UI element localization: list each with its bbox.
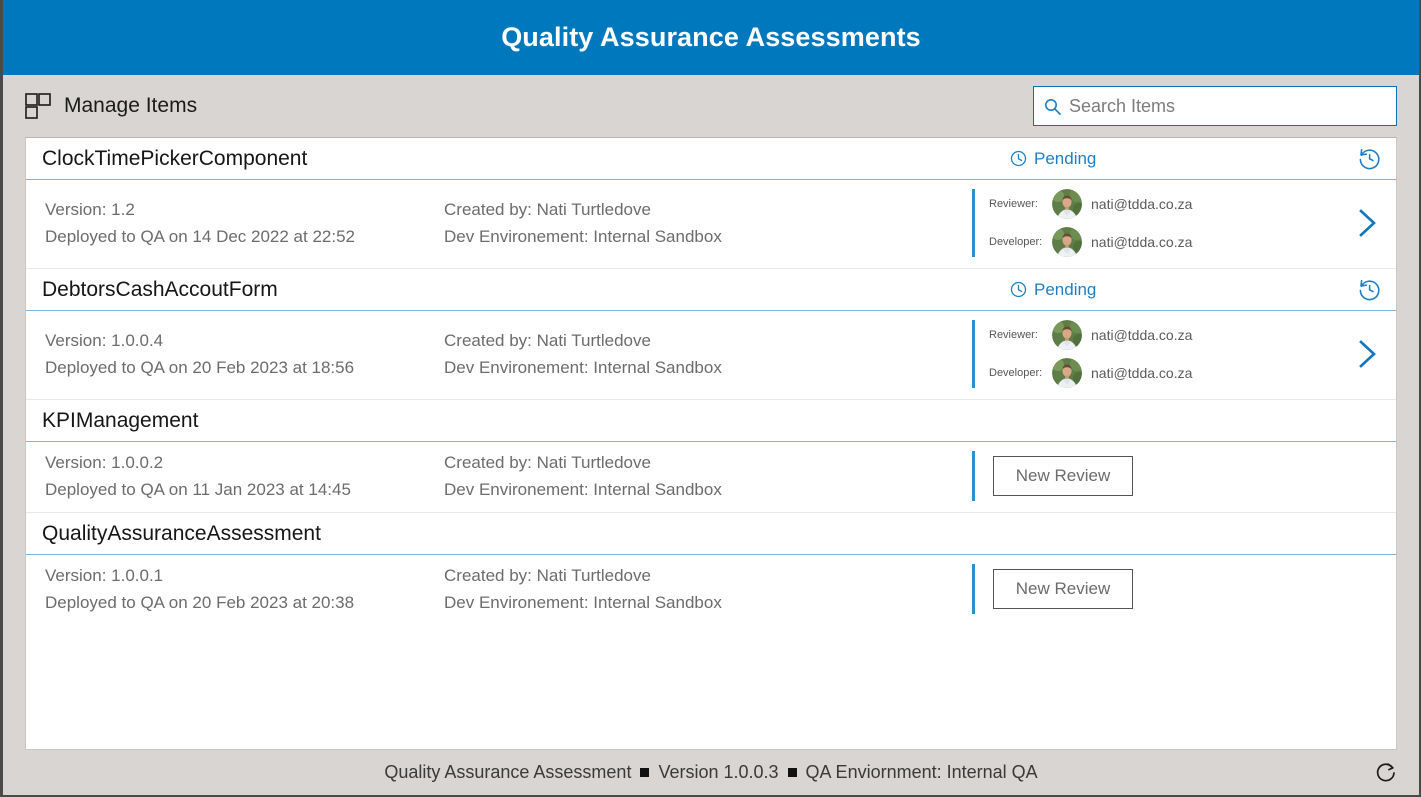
item-action-column: New Review xyxy=(972,451,1396,501)
item-dev-environment: Dev Environement: Internal Sandbox xyxy=(444,358,972,378)
item-dev-environment: Dev Environement: Internal Sandbox xyxy=(444,593,972,613)
list-item-body: Version: 1.0.0.1 Deployed to QA on 20 Fe… xyxy=(26,555,1396,625)
list-item-body: Version: 1.2 Deployed to QA on 14 Dec 20… xyxy=(26,180,1396,268)
avatar xyxy=(1052,189,1082,219)
item-version: Version: 1.0.0.2 xyxy=(45,453,444,473)
manage-items-button[interactable]: Manage Items xyxy=(25,93,197,119)
command-bar: Manage Items xyxy=(3,75,1419,137)
item-version: Version: 1.2 xyxy=(45,200,444,220)
item-created-by: Created by: Nati Turtledove xyxy=(444,331,972,351)
footer-separator-square xyxy=(788,768,797,777)
history-icon xyxy=(1357,146,1382,171)
items-list: ClockTimePickerComponent Pending xyxy=(26,138,1396,625)
refresh-icon xyxy=(1374,760,1399,785)
history-icon xyxy=(1357,277,1382,302)
item-meta-column-right: Created by: Nati Turtledove Dev Environe… xyxy=(444,564,972,614)
item-dev-environment: Dev Environement: Internal Sandbox xyxy=(444,227,972,247)
footer-separator-square xyxy=(640,768,649,777)
item-dev-environment: Dev Environement: Internal Sandbox xyxy=(444,480,972,500)
person-email: nati@tdda.co.za xyxy=(1091,327,1192,343)
person-row: Developer: nati@tdda.co.za xyxy=(989,227,1192,257)
list-item-2[interactable]: KPIManagement xyxy=(26,399,1396,512)
status-label: Pending xyxy=(1034,280,1096,300)
new-review-button[interactable]: New Review xyxy=(993,456,1133,496)
item-deployed: Deployed to QA on 20 Feb 2023 at 20:38 xyxy=(45,593,444,613)
history-button[interactable] xyxy=(1340,277,1382,302)
avatar xyxy=(1052,358,1082,388)
status-label: Pending xyxy=(1034,149,1096,169)
footer-environment: QA Enviornment: Internal QA xyxy=(806,762,1038,783)
item-meta-column-left: Version: 1.0.0.1 Deployed to QA on 20 Fe… xyxy=(26,564,444,614)
item-deployed: Deployed to QA on 20 Feb 2023 at 18:56 xyxy=(45,358,444,378)
refresh-button[interactable] xyxy=(1374,760,1399,785)
clock-icon xyxy=(1010,150,1027,167)
item-action-column: New Review xyxy=(972,564,1396,614)
tiles-icon xyxy=(25,93,51,119)
list-item-body: Version: 1.0.0.4 Deployed to QA on 20 Fe… xyxy=(26,311,1396,399)
status-bar: Quality Assurance Assessment Version 1.0… xyxy=(3,750,1419,795)
list-item-body: Version: 1.0.0.2 Deployed to QA on 11 Ja… xyxy=(26,442,1396,512)
item-title: DebtorsCashAccoutForm xyxy=(42,278,278,302)
page-title: Quality Assurance Assessments xyxy=(501,22,921,53)
manage-items-label: Manage Items xyxy=(64,94,197,118)
window-title-bar: Quality Assurance Assessments xyxy=(3,0,1419,75)
list-item-3[interactable]: QualityAssuranceAssessment xyxy=(26,512,1396,625)
list-item-header: ClockTimePickerComponent Pending xyxy=(26,138,1396,180)
search-input[interactable] xyxy=(1069,96,1386,117)
people-list: Reviewer: nati@tdda.co.za xyxy=(989,320,1192,388)
item-title: ClockTimePickerComponent xyxy=(42,147,307,171)
list-item-1[interactable]: DebtorsCashAccoutForm Pending xyxy=(26,268,1396,399)
search-box[interactable] xyxy=(1033,86,1397,126)
item-meta-column-left: Version: 1.0.0.4 Deployed to QA on 20 Fe… xyxy=(26,320,444,388)
item-created-by: Created by: Nati Turtledove xyxy=(444,453,972,473)
avatar xyxy=(1052,227,1082,257)
item-version: Version: 1.0.0.4 xyxy=(45,331,444,351)
status-bar-text: Quality Assurance Assessment Version 1.0… xyxy=(384,762,1037,783)
new-review-button[interactable]: New Review xyxy=(993,569,1133,609)
avatar xyxy=(1052,320,1082,350)
footer-version: Version 1.0.0.3 xyxy=(658,762,778,783)
clock-icon xyxy=(1010,281,1027,298)
person-email: nati@tdda.co.za xyxy=(1091,196,1192,212)
person-role-label: Reviewer: xyxy=(989,329,1043,341)
item-title: KPIManagement xyxy=(42,409,198,433)
item-meta-column-right: Created by: Nati Turtledove Dev Environe… xyxy=(444,189,972,257)
person-row: Reviewer: nati@tdda.co.za xyxy=(989,189,1192,219)
list-item-header: KPIManagement xyxy=(26,400,1396,442)
item-meta-column-left: Version: 1.0.0.2 Deployed to QA on 11 Ja… xyxy=(26,451,444,501)
history-button[interactable] xyxy=(1340,146,1382,171)
person-email: nati@tdda.co.za xyxy=(1091,234,1192,250)
list-item-header: QualityAssuranceAssessment xyxy=(26,513,1396,555)
item-version: Version: 1.0.0.1 xyxy=(45,566,444,586)
item-meta-column-right: Created by: Nati Turtledove Dev Environe… xyxy=(444,320,972,388)
person-role-label: Developer: xyxy=(989,367,1043,379)
chevron-right-icon xyxy=(1352,206,1382,240)
person-role-label: Developer: xyxy=(989,236,1043,248)
person-role-label: Reviewer: xyxy=(989,198,1043,210)
person-email: nati@tdda.co.za xyxy=(1091,365,1192,381)
item-created-by: Created by: Nati Turtledove xyxy=(444,566,972,586)
item-meta-column-left: Version: 1.2 Deployed to QA on 14 Dec 20… xyxy=(26,189,444,257)
item-deployed: Deployed to QA on 14 Dec 2022 at 22:52 xyxy=(45,227,444,247)
status-badge: Pending xyxy=(1010,149,1340,169)
person-row: Reviewer: nati@tdda.co.za xyxy=(989,320,1192,350)
open-item-button[interactable] xyxy=(1352,337,1382,371)
footer-app-name: Quality Assurance Assessment xyxy=(384,762,631,783)
item-action-column: Reviewer: nati@tdda.co.za xyxy=(972,189,1396,257)
search-icon xyxy=(1044,98,1061,115)
people-list: Reviewer: nati@tdda.co.za xyxy=(989,189,1192,257)
open-item-button[interactable] xyxy=(1352,206,1382,240)
item-action-column: Reviewer: nati@tdda.co.za xyxy=(972,320,1396,388)
chevron-right-icon xyxy=(1352,337,1382,371)
items-panel: ClockTimePickerComponent Pending xyxy=(25,137,1397,750)
list-item-0[interactable]: ClockTimePickerComponent Pending xyxy=(26,138,1396,268)
list-item-header: DebtorsCashAccoutForm Pending xyxy=(26,269,1396,311)
item-deployed: Deployed to QA on 11 Jan 2023 at 14:45 xyxy=(45,480,444,500)
item-title: QualityAssuranceAssessment xyxy=(42,522,321,546)
status-badge: Pending xyxy=(1010,280,1340,300)
person-row: Developer: nati@tdda.co.za xyxy=(989,358,1192,388)
item-created-by: Created by: Nati Turtledove xyxy=(444,200,972,220)
item-meta-column-right: Created by: Nati Turtledove Dev Environe… xyxy=(444,451,972,501)
